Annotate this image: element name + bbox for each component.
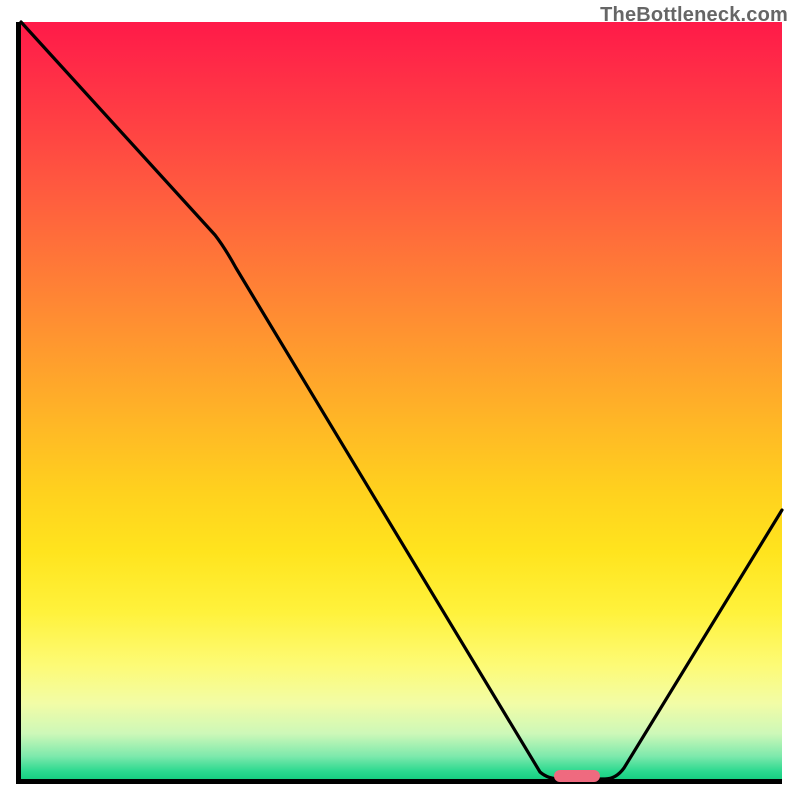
optimum-marker [554,770,600,782]
x-axis [16,779,782,784]
watermark-label: TheBottleneck.com [600,4,788,27]
gradient-heatmap [21,22,782,779]
y-axis [16,22,21,780]
bottleneck-chart: TheBottleneck.com [0,0,800,800]
